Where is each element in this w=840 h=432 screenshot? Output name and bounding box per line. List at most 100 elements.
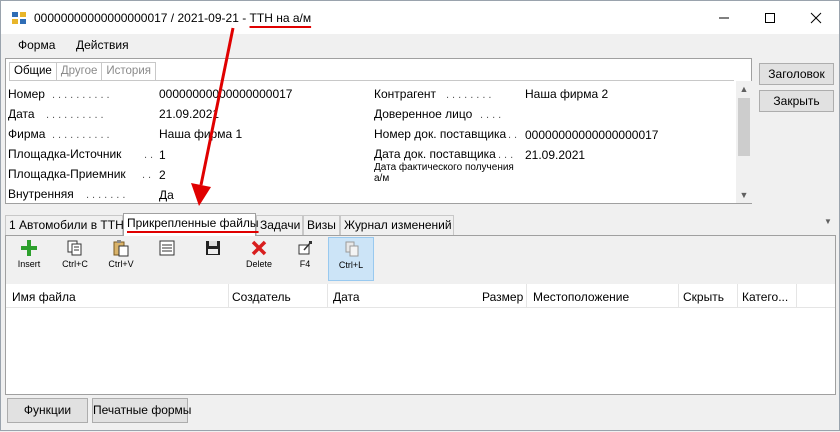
field-dots: ...: [498, 149, 517, 161]
link-label: Ctrl+L: [338, 260, 364, 270]
tab-change-log[interactable]: Журнал изменений: [340, 215, 454, 235]
field-value-counterparty[interactable]: Наша фирма 2: [525, 87, 608, 101]
col-separator: [678, 284, 679, 308]
tab-attached-files-label: Прикрепленные файлы: [127, 216, 259, 230]
col-size[interactable]: Размер: [482, 290, 523, 304]
close-button[interactable]: Закрыть: [759, 90, 834, 112]
print-forms-button[interactable]: Печатные формы: [92, 398, 191, 423]
insert-label: Insert: [17, 259, 41, 269]
field-label-firm: Фирма: [8, 127, 46, 141]
header-button[interactable]: Заголовок: [759, 63, 834, 85]
col-location[interactable]: Местоположение: [533, 290, 629, 304]
window-title-doc-type: ТТН на а/м: [249, 11, 312, 25]
edit-label: F4: [299, 259, 311, 269]
col-separator: [796, 284, 797, 308]
paste-icon: [113, 240, 129, 257]
tab-visas-label: Визы: [307, 218, 336, 232]
col-creator[interactable]: Создатель: [232, 290, 291, 304]
app-icon: [12, 12, 26, 24]
field-label-dest-site: Площадка-Приемник: [8, 167, 126, 181]
paste-label: Ctrl+V: [108, 259, 134, 269]
maximize-icon: [765, 12, 775, 23]
save-button[interactable]: [190, 237, 236, 281]
field-label-actual-receipt-date: Дата фактического получения а/м: [374, 162, 514, 184]
functions-button[interactable]: Функции: [7, 398, 88, 423]
list-button[interactable]: [144, 237, 190, 281]
files-grid-header: Имя файла Создатель Дата Размер Местопол…: [6, 284, 835, 308]
field-label-internal: Внутренняя: [8, 187, 74, 201]
field-label-supplier-doc-date: Дата док. поставщика: [374, 147, 496, 161]
field-dots: ..: [144, 149, 157, 161]
field-dots: .......: [86, 189, 129, 201]
scroll-down-icon[interactable]: ▼: [736, 187, 752, 203]
field-dots: ..: [142, 169, 155, 181]
minimize-button[interactable]: [701, 1, 747, 34]
save-icon: [206, 241, 220, 255]
copy-label: Ctrl+C: [62, 259, 88, 269]
link-button[interactable]: Ctrl+L: [328, 237, 374, 281]
field-label-date: Дата: [8, 107, 35, 121]
field-label-supplier-doc-number: Номер док. поставщика: [374, 127, 507, 141]
field-value-source-site[interactable]: 1: [159, 148, 166, 162]
header-info-panel: Общие Другое История Номер .......... 00…: [5, 58, 752, 204]
attached-files-panel: Insert Ctrl+C Ctrl+V Delete F4 Ctrl+L Им…: [5, 235, 836, 395]
list-icon: [159, 240, 175, 256]
maximize-button[interactable]: [747, 1, 793, 34]
copy-button[interactable]: Ctrl+C: [52, 237, 98, 281]
field-value-firm[interactable]: Наша фирма 1: [159, 127, 242, 141]
tab-tasks[interactable]: Задачи: [256, 215, 303, 235]
field-value-date[interactable]: 21.09.2021: [159, 107, 219, 121]
col-file-name[interactable]: Имя файла: [12, 290, 76, 304]
scroll-thumb[interactable]: [738, 98, 750, 156]
field-dots: ....: [480, 109, 505, 121]
edit-button[interactable]: F4: [282, 237, 328, 281]
field-value-supplier-doc-date[interactable]: 21.09.2021: [525, 148, 585, 162]
files-toolbar: Insert Ctrl+C Ctrl+V Delete F4 Ctrl+L: [6, 236, 835, 284]
field-dots: ..........: [52, 89, 113, 101]
field-value-internal[interactable]: Да: [159, 188, 174, 202]
window-title: 00000000000000000017 / 2021-09-21 - ТТН …: [34, 11, 311, 25]
info-vertical-scrollbar[interactable]: ▲ ▼: [736, 81, 752, 203]
col-category[interactable]: Катего...: [742, 290, 788, 304]
subtab-history[interactable]: История: [102, 62, 156, 81]
close-window-button[interactable]: [793, 1, 839, 34]
info-subtabs: Общие Другое История: [9, 62, 156, 81]
field-value-supplier-doc-number[interactable]: 00000000000000000017: [525, 128, 658, 142]
field-dots: ..........: [46, 109, 107, 121]
tab-tasks-label: Задачи: [260, 218, 301, 232]
insert-button[interactable]: Insert: [6, 237, 52, 281]
window-title-main: 00000000000000000017 / 2021-09-21 -: [34, 11, 250, 25]
tab-visas[interactable]: Визы: [303, 215, 340, 235]
subtab-other[interactable]: Другое: [56, 62, 103, 81]
copy-icon: [67, 240, 82, 256]
close-icon: [810, 12, 822, 23]
subtab-divider: [9, 80, 734, 81]
field-value-dest-site[interactable]: 2: [159, 168, 166, 182]
delete-button[interactable]: Delete: [236, 237, 282, 281]
col-separator: [327, 284, 328, 308]
field-dots: ..: [508, 129, 521, 141]
tab-cars-label: 1 Автомобили в ТТН: [9, 218, 124, 232]
field-label-counterparty: Контрагент: [374, 87, 437, 101]
col-date[interactable]: Дата: [333, 290, 360, 304]
tab-cars[interactable]: 1 Автомобили в ТТН: [5, 215, 124, 235]
tabs-dropdown-icon[interactable]: ▼: [824, 217, 832, 226]
field-label-number: Номер: [8, 87, 45, 101]
delete-icon: [251, 240, 267, 256]
link-icon: [345, 241, 359, 257]
menu-actions[interactable]: Действия: [76, 38, 129, 52]
scroll-up-icon[interactable]: ▲: [736, 81, 752, 97]
field-label-source-site: Площадка-Источник: [8, 147, 122, 161]
tab-change-log-label: Журнал изменений: [344, 218, 452, 232]
minimize-icon: [719, 17, 729, 18]
tab-attached-files[interactable]: Прикрепленные файлы: [123, 213, 259, 236]
field-value-number[interactable]: 00000000000000000017: [159, 87, 292, 101]
menu-form[interactable]: Форма: [18, 38, 55, 52]
delete-label: Delete: [245, 259, 272, 269]
title-bar: 00000000000000000017 / 2021-09-21 - ТТН …: [1, 1, 839, 34]
col-hide[interactable]: Скрыть: [683, 290, 724, 304]
plus-icon: [21, 240, 37, 256]
subtab-general[interactable]: Общие: [9, 62, 57, 81]
paste-button[interactable]: Ctrl+V: [98, 237, 144, 281]
menu-bar: Форма Действия: [1, 34, 839, 56]
